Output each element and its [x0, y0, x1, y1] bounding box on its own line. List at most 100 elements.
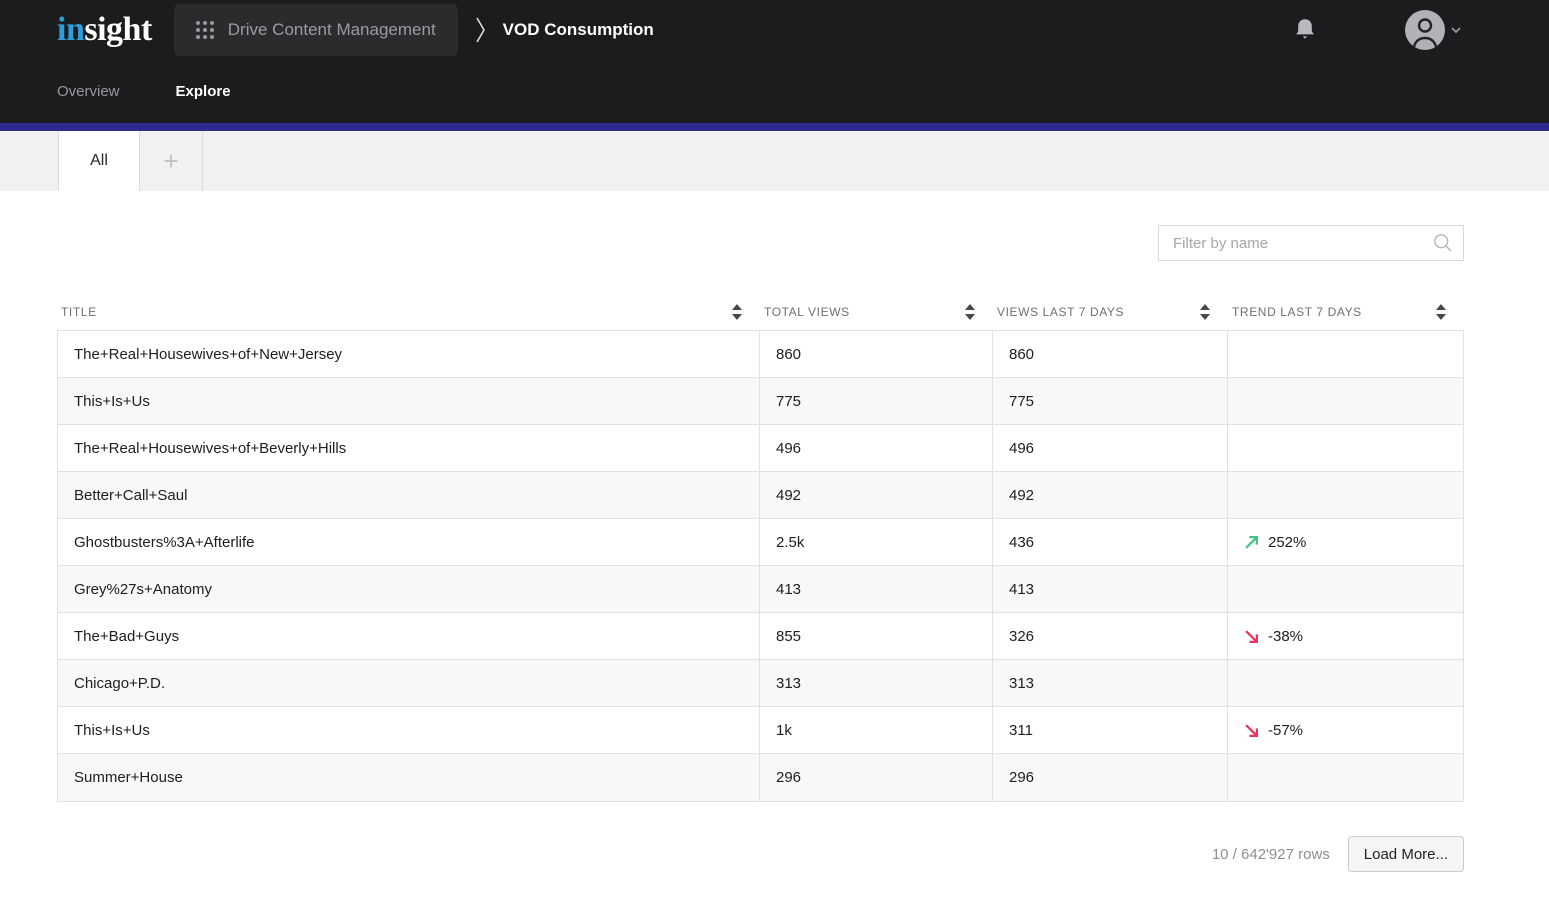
cell-views-last-7-days: 413 [993, 566, 1228, 612]
chevron-down-icon [1450, 26, 1462, 34]
column-header-total-views[interactable]: TOTAL VIEWS [760, 303, 993, 321]
sort-icon[interactable] [730, 303, 744, 321]
trend-value: 252% [1268, 534, 1306, 551]
logo: insight [57, 13, 152, 47]
sort-icon[interactable] [963, 303, 977, 321]
cell-views-last-7-days: 860 [993, 331, 1228, 377]
table-header: TITLE TOTAL VIEWS VIEWS LAST 7 DAYS TREN… [57, 293, 1464, 330]
cell-trend: 252% [1228, 519, 1463, 565]
cell-title: The+Real+Housewives+of+New+Jersey [58, 331, 760, 377]
column-header-title[interactable]: TITLE [57, 303, 760, 321]
user-menu-button[interactable] [1405, 10, 1462, 50]
trend-up-icon [1244, 535, 1259, 550]
column-header-trend-last-7-days[interactable]: TREND LAST 7 DAYS [1228, 303, 1464, 321]
trend-down-icon [1244, 723, 1259, 738]
cell-total-views: 296 [760, 754, 993, 801]
logo-prefix: in [57, 11, 84, 48]
column-label: TOTAL VIEWS [764, 305, 850, 319]
page-title: VOD Consumption [503, 20, 654, 40]
cell-total-views: 855 [760, 613, 993, 659]
cell-views-last-7-days: 492 [993, 472, 1228, 518]
cell-views-last-7-days: 496 [993, 425, 1228, 471]
filter-container [1158, 225, 1464, 261]
row-count: 10 / 642'927 rows [1212, 846, 1330, 863]
cell-title: Summer+House [58, 754, 760, 801]
cell-title: The+Bad+Guys [58, 613, 760, 659]
cell-views-last-7-days: 436 [993, 519, 1228, 565]
app-root: insight Drive Content Management VOD Con… [0, 0, 1549, 899]
column-label: VIEWS LAST 7 DAYS [997, 305, 1124, 319]
sort-icon[interactable] [1434, 303, 1448, 321]
cell-trend: -38% [1228, 613, 1463, 659]
nav-item-overview[interactable]: Overview [57, 83, 120, 100]
cell-views-last-7-days: 326 [993, 613, 1228, 659]
cell-trend [1228, 472, 1463, 518]
top-bar-actions [1293, 10, 1549, 50]
table-footer: 10 / 642'927 rows Load More... [57, 836, 1464, 872]
column-label: TREND LAST 7 DAYS [1232, 305, 1362, 319]
grid-icon [196, 21, 214, 39]
breadcrumb-separator-icon [475, 16, 486, 44]
search-icon [1433, 233, 1453, 258]
cell-title: Grey%27s+Anatomy [58, 566, 760, 612]
table-row[interactable]: The+Real+Housewives+of+Beverly+Hills 496… [58, 425, 1463, 472]
cell-title: The+Real+Housewives+of+Beverly+Hills [58, 425, 760, 471]
cell-total-views: 496 [760, 425, 993, 471]
cell-total-views: 492 [760, 472, 993, 518]
app-switcher-button[interactable]: Drive Content Management [174, 4, 458, 56]
trend-down-icon [1244, 629, 1259, 644]
cell-trend [1228, 566, 1463, 612]
main-content: TITLE TOTAL VIEWS VIEWS LAST 7 DAYS TREN… [0, 225, 1549, 872]
cell-total-views: 2.5k [760, 519, 993, 565]
trend-value: -57% [1268, 722, 1303, 739]
logo-suffix: sight [84, 11, 151, 48]
cell-trend [1228, 425, 1463, 471]
avatar-icon [1405, 10, 1445, 50]
table-row[interactable]: This+Is+Us 1k 311 -57% [58, 707, 1463, 754]
add-tab-button[interactable]: + [140, 131, 203, 191]
tab-all[interactable]: All [58, 131, 140, 191]
column-header-views-last-7-days[interactable]: VIEWS LAST 7 DAYS [993, 303, 1228, 321]
trend-value: -38% [1268, 628, 1303, 645]
sort-icon[interactable] [1198, 303, 1212, 321]
table-row[interactable]: The+Real+Housewives+of+New+Jersey 860 86… [58, 331, 1463, 378]
cell-trend: -57% [1228, 707, 1463, 753]
cell-trend [1228, 378, 1463, 424]
table-row[interactable]: The+Bad+Guys 855 326 -38% [58, 613, 1463, 660]
app-switcher-label: Drive Content Management [228, 20, 436, 40]
cell-views-last-7-days: 775 [993, 378, 1228, 424]
cell-total-views: 860 [760, 331, 993, 377]
bell-icon [1293, 17, 1317, 43]
table-row[interactable]: Chicago+P.D. 313 313 [58, 660, 1463, 707]
top-bar: insight Drive Content Management VOD Con… [0, 0, 1549, 123]
tab-bar: All + [0, 131, 1549, 191]
cell-title: Better+Call+Saul [58, 472, 760, 518]
cell-views-last-7-days: 313 [993, 660, 1228, 706]
table-row[interactable]: Ghostbusters%3A+Afterlife 2.5k 436 252% [58, 519, 1463, 566]
filter-input[interactable] [1158, 225, 1464, 261]
cell-total-views: 413 [760, 566, 993, 612]
cell-trend [1228, 660, 1463, 706]
cell-title: Ghostbusters%3A+Afterlife [58, 519, 760, 565]
table-body: The+Real+Housewives+of+New+Jersey 860 86… [57, 330, 1464, 802]
table-row[interactable]: Better+Call+Saul 492 492 [58, 472, 1463, 519]
cell-views-last-7-days: 296 [993, 754, 1228, 801]
cell-trend [1228, 754, 1463, 801]
table-row[interactable]: Summer+House 296 296 [58, 754, 1463, 801]
table-row[interactable]: Grey%27s+Anatomy 413 413 [58, 566, 1463, 613]
cell-trend [1228, 331, 1463, 377]
cell-views-last-7-days: 311 [993, 707, 1228, 753]
cell-total-views: 313 [760, 660, 993, 706]
cell-title: Chicago+P.D. [58, 660, 760, 706]
nav-item-explore[interactable]: Explore [176, 83, 231, 100]
cell-title: This+Is+Us [58, 707, 760, 753]
top-bar-row: insight Drive Content Management VOD Con… [0, 0, 1549, 60]
load-more-button[interactable]: Load More... [1348, 836, 1464, 872]
cell-total-views: 1k [760, 707, 993, 753]
table-row[interactable]: This+Is+Us 775 775 [58, 378, 1463, 425]
cell-total-views: 775 [760, 378, 993, 424]
accent-bar [0, 123, 1549, 131]
notifications-button[interactable] [1293, 17, 1317, 43]
column-label: TITLE [61, 305, 97, 319]
cell-title: This+Is+Us [58, 378, 760, 424]
